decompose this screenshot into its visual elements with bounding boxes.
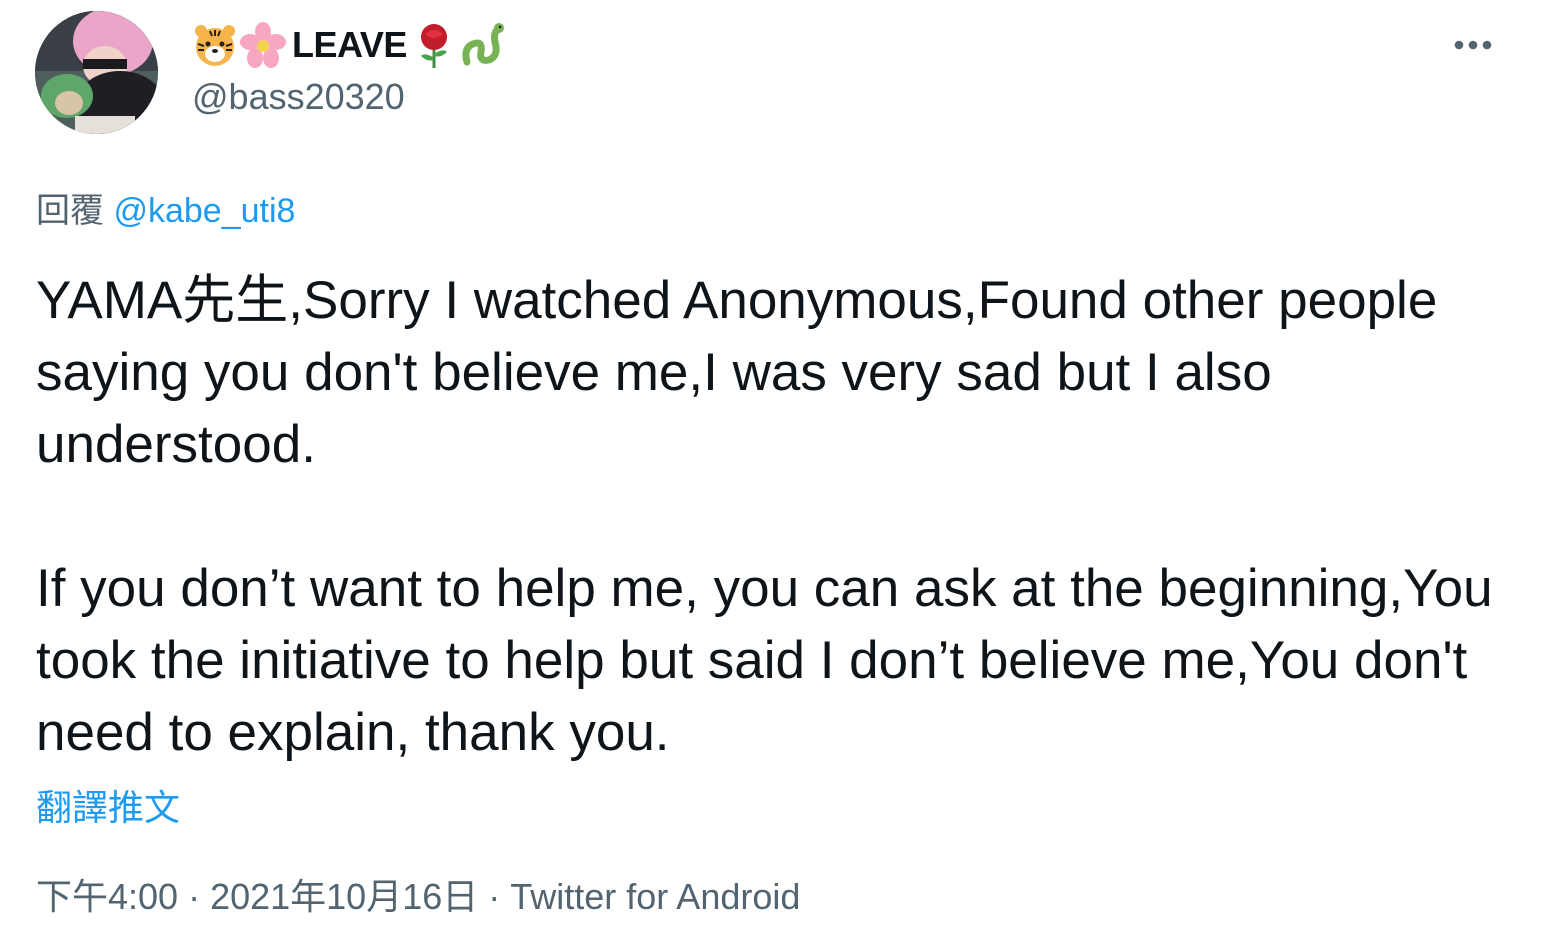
tweet-time[interactable]: 下午4:00 [36,876,178,917]
meta-separator: · [488,876,501,917]
avatar[interactable] [35,11,158,134]
tweet-paragraph-1: YAMA先生,Sorry I watched Anonymous,Found o… [36,271,1453,474]
tweet-metadata: 下午4:00 · 2021年10月16日 · Twitter for Android [36,868,800,920]
avatar-image [35,11,158,134]
more-options-icon[interactable] [1448,28,1498,62]
rose-emoji [420,24,447,68]
snake-emoji [462,23,504,66]
tweet-card: LEAVE @bass20320 回覆 @kabe_uti8 YAMA先生,So… [0,0,1548,937]
tweet-header: LEAVE @bass20320 [192,18,507,118]
cherry-blossom-emoji [240,22,286,68]
user-handle[interactable]: @bass20320 [192,76,507,118]
meta-separator: · [188,876,201,917]
reply-mention-link[interactable]: @kabe_uti8 [113,192,295,230]
reply-context: 回覆 @kabe_uti8 [36,183,295,232]
display-name[interactable]: LEAVE [192,18,507,72]
tweet-paragraph-2: If you don’t want to help me, you can as… [36,559,1508,762]
display-name-text: LEAVE [292,24,407,65]
tweet-text: YAMA先生,Sorry I watched Anonymous,Found o… [36,265,1516,769]
tweet-source[interactable]: Twitter for Android [510,876,800,917]
reply-prefix: 回覆 [36,192,104,230]
tweet-date[interactable]: 2021年10月16日 [210,876,478,917]
tiger-face-emoji [195,25,235,66]
translate-tweet-link[interactable]: 翻譯推文 [36,779,180,831]
